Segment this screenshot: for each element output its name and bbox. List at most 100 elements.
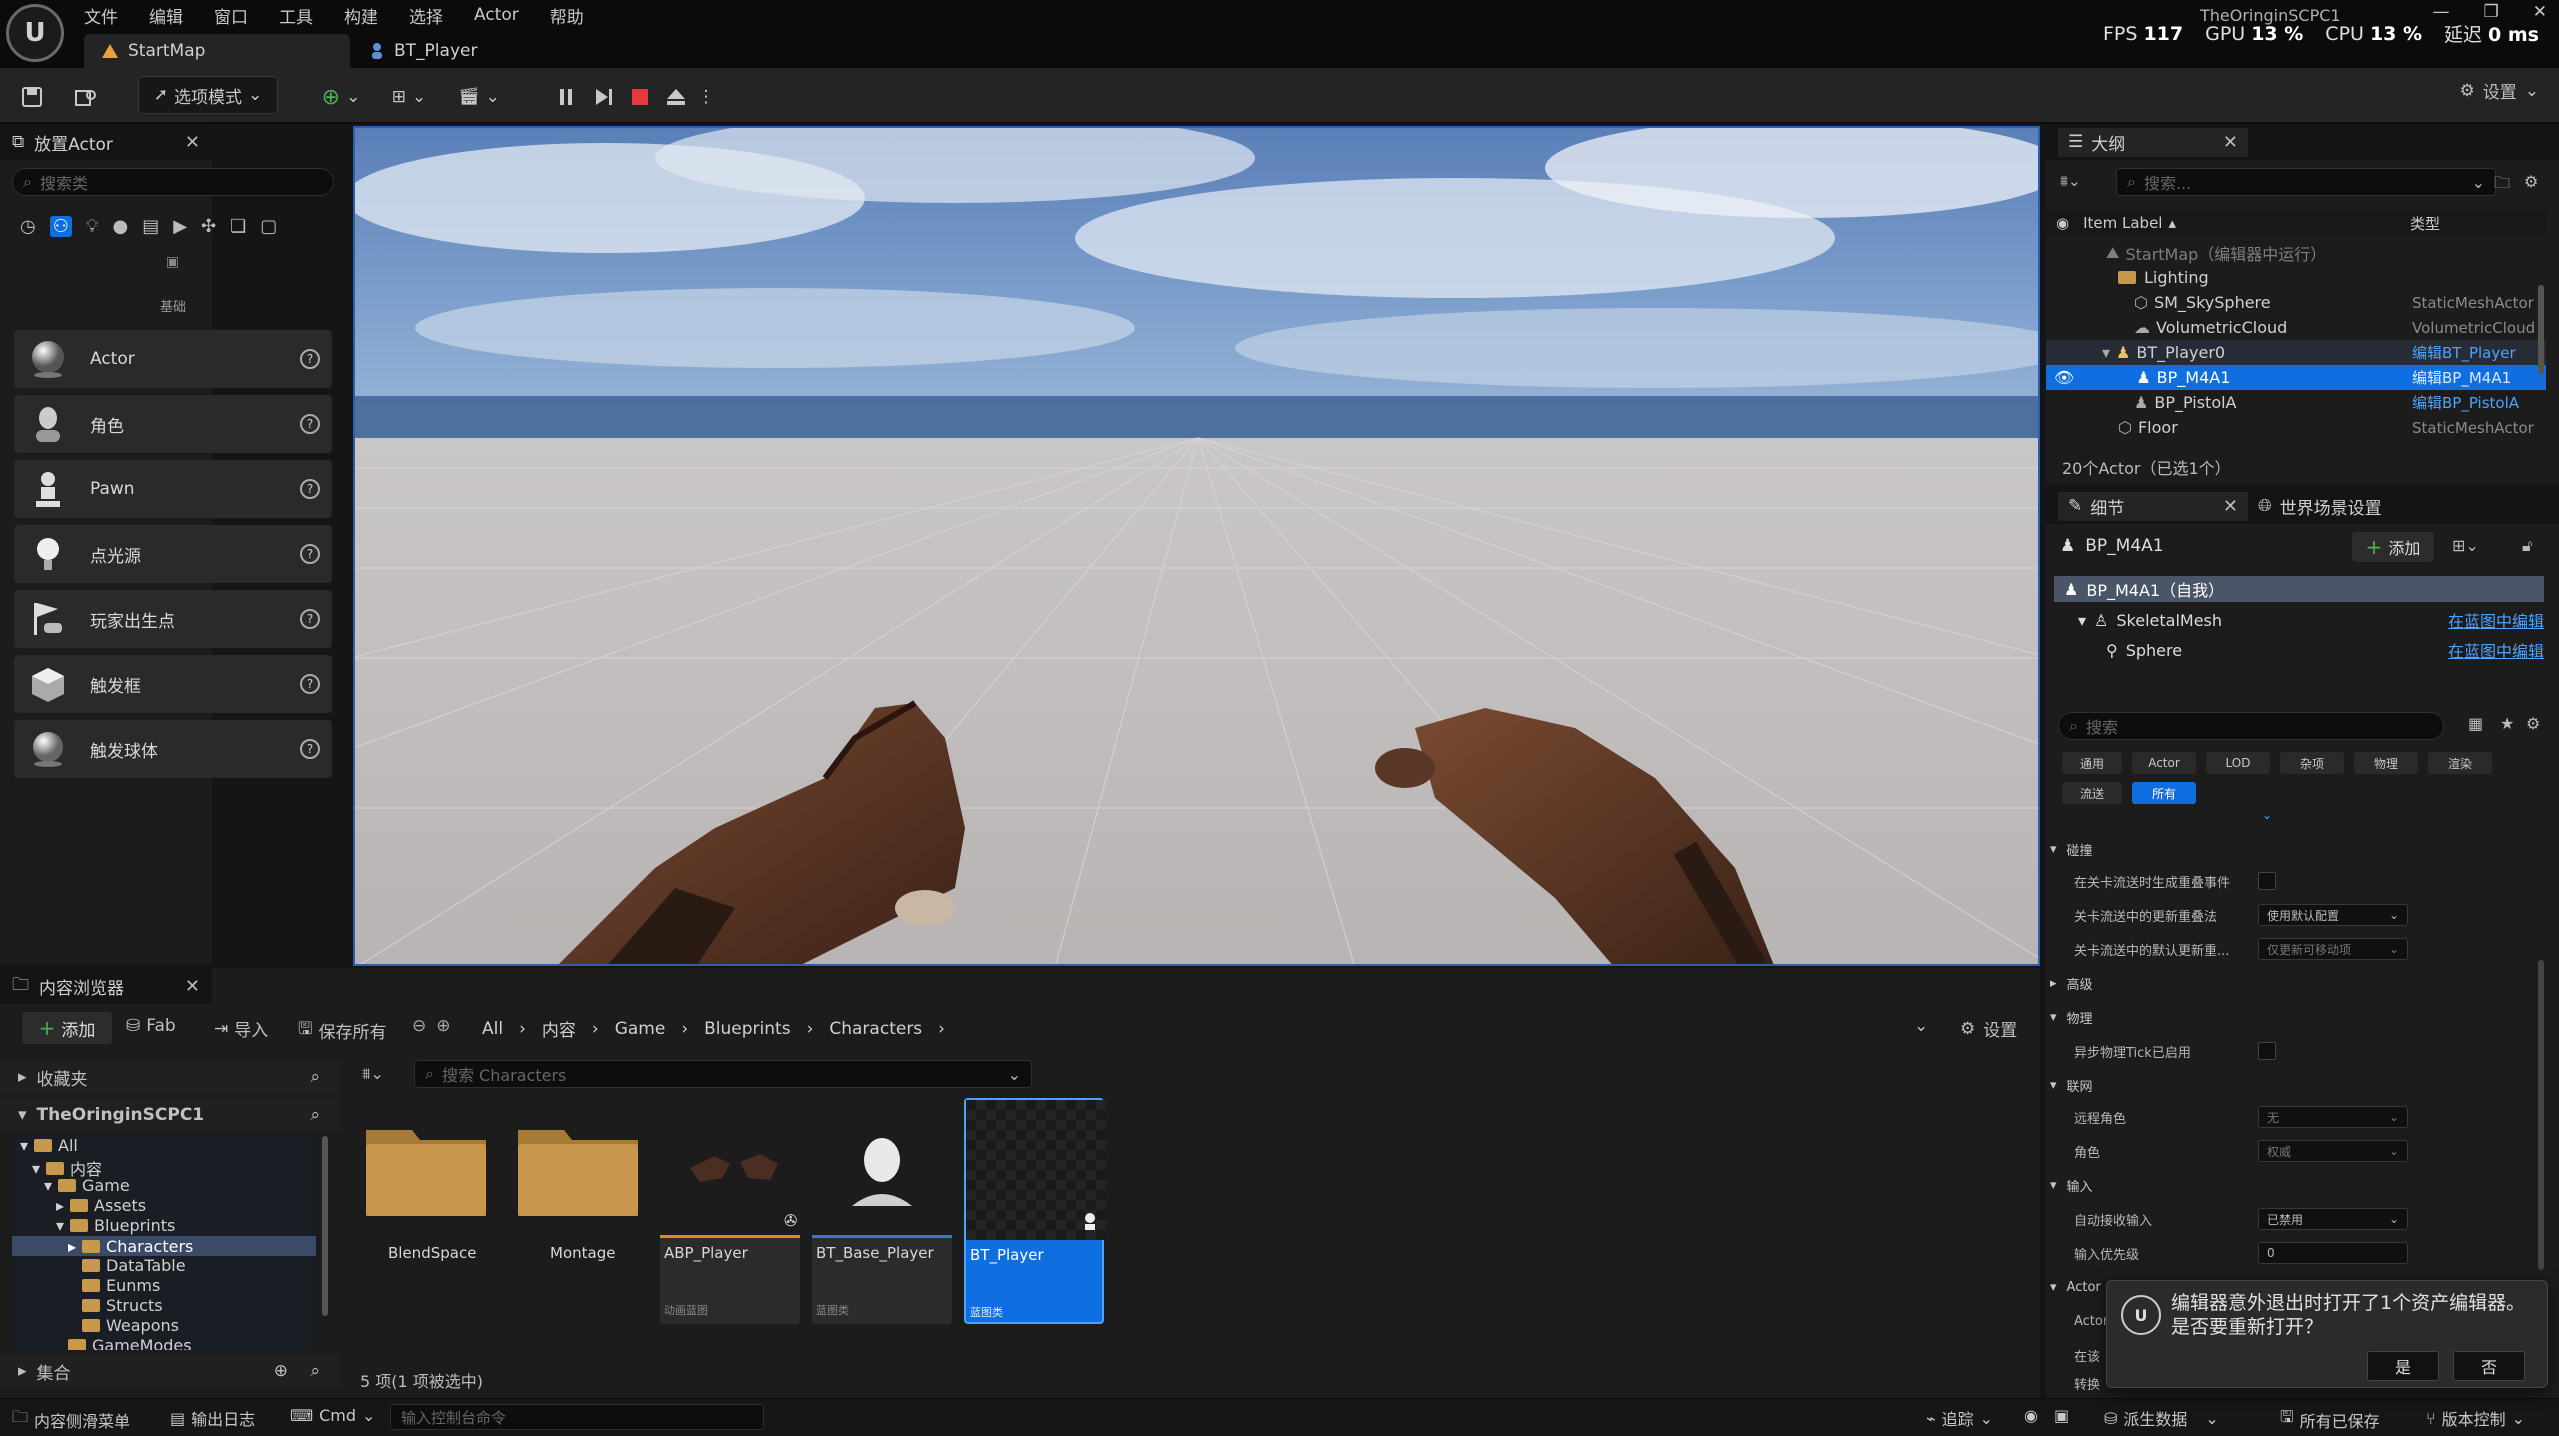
search-icon[interactable]: ⌕: [310, 1067, 320, 1087]
breadcrumb-game[interactable]: Game: [615, 1019, 666, 1039]
menu-tools[interactable]: 工具: [279, 3, 313, 28]
help-icon[interactable]: ?: [300, 479, 320, 499]
minimize-icon[interactable]: —: [2433, 2, 2450, 22]
tab-outliner[interactable]: ☰ 大纲 ✕: [2058, 127, 2248, 157]
geometry-icon[interactable]: ▢: [260, 216, 277, 237]
back-icon[interactable]: ⊖: [412, 1016, 426, 1036]
category-physics[interactable]: ▾ 物理: [2050, 1008, 2093, 1027]
outliner-row-lighting[interactable]: Lighting: [2046, 265, 2546, 290]
menu-actor[interactable]: Actor: [474, 5, 519, 25]
more-options-icon[interactable]: ⋮: [698, 78, 715, 116]
outliner-row-volumetric-cloud[interactable]: ☁ VolumetricCloud VolumetricCloud: [2046, 315, 2546, 340]
category-network[interactable]: ▾ 联网: [2050, 1076, 2093, 1095]
table-view-icon[interactable]: ▦: [2468, 714, 2483, 733]
close-icon[interactable]: ✕: [2533, 2, 2547, 22]
search-icon[interactable]: ⌕: [310, 1361, 320, 1381]
filter-icon[interactable]: ⩩⌄: [2060, 172, 2081, 190]
tree-item-weapons[interactable]: Weapons: [82, 1316, 179, 1335]
place-actor-search[interactable]: ⌕ 搜索类: [12, 168, 334, 196]
filter-icon[interactable]: ⩩⌄: [362, 1064, 384, 1084]
tree-scrollbar[interactable]: [322, 1136, 328, 1316]
filter-lod[interactable]: LOD: [2206, 752, 2270, 774]
pause-button[interactable]: [552, 78, 580, 116]
row-type-link[interactable]: 编辑BP_PistolA: [2412, 392, 2546, 413]
asset-bt-player-selected[interactable]: BT_Player 蓝图类: [964, 1098, 1106, 1324]
cb-add-button[interactable]: + 添加: [22, 1012, 112, 1044]
column-item-label[interactable]: Item Label: [2083, 214, 2162, 232]
help-icon[interactable]: ?: [300, 739, 320, 759]
breadcrumb-content[interactable]: 内容: [542, 1016, 576, 1041]
outliner-row-floor[interactable]: ⬡ Floor StaticMeshActor: [2046, 415, 2546, 440]
tree-item-all[interactable]: ▾ All: [20, 1136, 78, 1155]
outliner-row-bp-pistola[interactable]: ♟ BP_PistolA 编辑BP_PistolA: [2046, 390, 2546, 415]
content-drawer-button[interactable]: 🗀︎ 内容侧滑菜单: [12, 1406, 130, 1433]
category-collision[interactable]: ▾ 碰撞: [2050, 840, 2093, 859]
project-section[interactable]: ▾ TheOringinSCPC1 ⌕: [0, 1098, 340, 1132]
filter-streaming[interactable]: 流送: [2062, 782, 2122, 804]
help-icon[interactable]: ?: [300, 414, 320, 434]
all-saved-status[interactable]: 🖫︎ 所有已保存: [2280, 1406, 2380, 1433]
visual-effects-icon[interactable]: ▶: [173, 216, 187, 237]
outliner-row-bt-player0[interactable]: ▾ ♟ BT_Player0 编辑BT_Player: [2046, 340, 2546, 365]
actor-item-trigger-box[interactable]: 触发框 ?: [14, 655, 332, 713]
camera-icon[interactable]: ▣: [2054, 1406, 2069, 1425]
eye-icon[interactable]: 👁︎: [2054, 368, 2074, 387]
paint-icon[interactable]: ▣: [166, 254, 179, 270]
save-icon[interactable]: [16, 78, 48, 116]
menu-edit[interactable]: 编辑: [149, 3, 183, 28]
trace-dropdown[interactable]: ⌁ 追踪 ⌄: [1926, 1406, 1993, 1430]
browse-icon[interactable]: [70, 78, 102, 116]
category-advanced[interactable]: ▸ 高级: [2050, 974, 2093, 993]
settings-button[interactable]: ⚙ 设置 ⌄: [2460, 78, 2540, 104]
generate-overlap-checkbox[interactable]: [2258, 872, 2276, 890]
close-icon[interactable]: ✕: [185, 976, 200, 997]
step-frame-button[interactable]: [590, 78, 618, 116]
close-icon[interactable]: ✕: [2223, 132, 2238, 153]
eject-button[interactable]: [662, 78, 690, 116]
role-dropdown[interactable]: 权威 ⌄: [2258, 1140, 2408, 1162]
basic-icon[interactable]: ⚇: [49, 216, 72, 237]
actor-item-player-start[interactable]: 玩家出生点 ?: [14, 590, 332, 648]
menu-help[interactable]: 帮助: [550, 3, 584, 28]
breadcrumb-characters[interactable]: Characters: [829, 1019, 922, 1039]
menu-build[interactable]: 构建: [344, 3, 378, 28]
record-icon[interactable]: ◉: [2024, 1406, 2038, 1425]
lights-icon[interactable]: 💡︎: [86, 216, 99, 237]
update-overlap-method-dropdown[interactable]: 使用默认配置 ⌄: [2258, 904, 2408, 926]
component-row-skeletal-mesh[interactable]: ▾ ♙ SkeletalMesh 在蓝图中编辑: [2054, 607, 2544, 633]
collections-section[interactable]: ▸ 集合 ⊕ ⌕: [0, 1354, 340, 1388]
add-content-button[interactable]: ⊕ ⌄: [316, 78, 366, 116]
remote-role-dropdown[interactable]: 无 ⌄: [2258, 1106, 2408, 1128]
help-icon[interactable]: ?: [300, 609, 320, 629]
help-icon[interactable]: ?: [300, 349, 320, 369]
asset-search[interactable]: ⌕ 搜索 Characters ⌄: [414, 1060, 1032, 1088]
tab-startmap[interactable]: StartMap: [84, 34, 350, 68]
menu-file[interactable]: 文件: [84, 3, 118, 28]
forward-icon[interactable]: ⊕: [436, 1016, 450, 1036]
close-icon[interactable]: ✕: [2223, 496, 2238, 517]
favorites-section[interactable]: ▸ 收藏夹 ⌕: [0, 1060, 340, 1094]
chevron-down-icon[interactable]: ⌄: [2262, 808, 2272, 822]
breadcrumb-history-dropdown[interactable]: ⌄: [1914, 1016, 1928, 1036]
row-type-link[interactable]: 编辑BT_Player: [2412, 342, 2546, 363]
outliner-search[interactable]: ⌕ 搜索... ⌄: [2116, 168, 2496, 196]
volumes-icon[interactable]: ✣: [201, 216, 216, 237]
add-folder-icon[interactable]: 🗀︎: [2494, 172, 2510, 199]
add-component-button[interactable]: + 添加: [2352, 532, 2434, 562]
menu-select[interactable]: 选择: [409, 3, 443, 28]
actor-item-character[interactable]: 角色 ?: [14, 395, 332, 453]
recent-icon[interactable]: ◷: [20, 216, 36, 237]
tree-item-game[interactable]: ▾ Game: [44, 1176, 130, 1195]
blueprints-button[interactable]: ⊞ ⌄: [384, 78, 434, 116]
tab-details[interactable]: ✎ 细节 ✕: [2058, 491, 2248, 521]
menu-window[interactable]: 窗口: [214, 3, 248, 28]
gear-icon[interactable]: ⚙: [2524, 172, 2538, 191]
tree-item-eunms[interactable]: Eunms: [82, 1276, 160, 1295]
tab-world-settings[interactable]: 🌐︎ 世界场景设置: [2258, 494, 2382, 519]
help-icon[interactable]: ?: [300, 674, 320, 694]
expand-arrow-icon[interactable]: ▾: [2102, 343, 2110, 362]
console-input[interactable]: 输入控制台命令: [390, 1404, 764, 1430]
filter-physics[interactable]: 物理: [2354, 752, 2418, 774]
actor-item-actor[interactable]: Actor ?: [14, 330, 332, 388]
outliner-row-world[interactable]: ⛰ StartMap（编辑器中运行）: [2046, 240, 2546, 265]
